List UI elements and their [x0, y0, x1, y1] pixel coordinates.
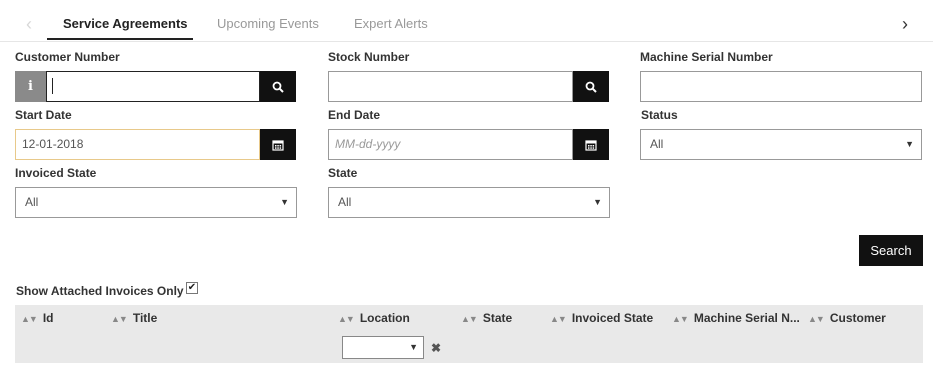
start-date-label: Start Date [15, 108, 72, 122]
column-header-location[interactable]: ▲▼ Location [338, 311, 410, 325]
stock-search-button[interactable] [573, 71, 609, 102]
location-filter-select[interactable]: ▼ [342, 336, 424, 359]
caret-down-icon: ▼ [409, 342, 418, 352]
status-select[interactable]: All ▼ [640, 129, 922, 160]
end-date-label: End Date [328, 108, 381, 122]
customer-search-button[interactable] [260, 71, 296, 102]
tab-expert-alerts[interactable]: Expert Alerts [354, 16, 428, 31]
tab-upcoming-events[interactable]: Upcoming Events [217, 16, 319, 31]
state-selected-value: All [338, 195, 352, 209]
status-selected-value: All [650, 137, 664, 151]
sort-icon: ▲▼ [808, 314, 825, 324]
column-header-machine-serial-number[interactable]: ▲▼ Machine Serial N... [672, 311, 800, 325]
search-button[interactable]: Search [859, 235, 923, 266]
caret-down-icon: ▼ [905, 139, 914, 149]
show-attached-invoices-label: Show Attached Invoices Only [16, 284, 184, 298]
column-header-invoiced-state[interactable]: ▲▼ Invoiced State [550, 311, 653, 325]
start-date-input[interactable]: 12-01-2018 [15, 129, 260, 160]
caret-down-icon: ▼ [593, 197, 602, 207]
sort-icon: ▲▼ [672, 314, 689, 324]
end-date-calendar-button[interactable] [573, 129, 609, 160]
invoiced-state-label: Invoiced State [15, 166, 97, 180]
state-select[interactable]: All ▼ [328, 187, 610, 218]
sort-icon: ▲▼ [111, 314, 128, 324]
clear-filter-icon[interactable]: ✖ [431, 341, 441, 355]
sort-icon: ▲▼ [550, 314, 567, 324]
invoiced-state-selected-value: All [25, 195, 39, 209]
end-date-input[interactable]: MM-dd-yyyy [328, 129, 573, 160]
tabs-prev-arrow-icon[interactable]: ‹ [26, 14, 32, 35]
search-icon [272, 81, 284, 93]
invoiced-state-select[interactable]: All ▼ [15, 187, 297, 218]
search-icon [585, 81, 597, 93]
active-tab-indicator [47, 38, 193, 40]
sort-icon: ▲▼ [338, 314, 355, 324]
tab-bar: ‹ Service Agreements Upcoming Events Exp… [0, 0, 933, 42]
status-label: Status [641, 108, 678, 122]
stock-number-label: Stock Number [328, 50, 410, 64]
stock-number-input[interactable] [328, 71, 573, 102]
calendar-icon [585, 139, 597, 151]
column-header-customer[interactable]: ▲▼ Customer [808, 311, 886, 325]
info-icon[interactable]: i [15, 71, 46, 102]
customer-number-label: Customer Number [15, 50, 120, 64]
column-header-id[interactable]: ▲▼ Id [21, 311, 54, 325]
show-attached-invoices-checkbox[interactable]: ✔ [186, 282, 198, 294]
start-date-calendar-button[interactable] [260, 129, 296, 160]
column-header-state[interactable]: ▲▼ State [461, 311, 512, 325]
tabs-next-arrow-icon[interactable]: › [902, 14, 908, 35]
text-cursor [52, 78, 53, 94]
calendar-icon [272, 139, 284, 151]
caret-down-icon: ▼ [280, 197, 289, 207]
grid-header: ▲▼ Id ▲▼ Title ▲▼ Location ▲▼ State ▲▼ Invoic… [15, 305, 923, 363]
sort-icon: ▲▼ [461, 314, 478, 324]
machine-serial-number-input[interactable] [640, 71, 922, 102]
column-header-title[interactable]: ▲▼ Title [111, 311, 157, 325]
tab-service-agreements[interactable]: Service Agreements [63, 16, 188, 31]
state-label: State [328, 166, 358, 180]
sort-icon: ▲▼ [21, 314, 38, 324]
machine-serial-number-label: Machine Serial Number [640, 50, 773, 64]
customer-number-input[interactable] [46, 71, 260, 102]
